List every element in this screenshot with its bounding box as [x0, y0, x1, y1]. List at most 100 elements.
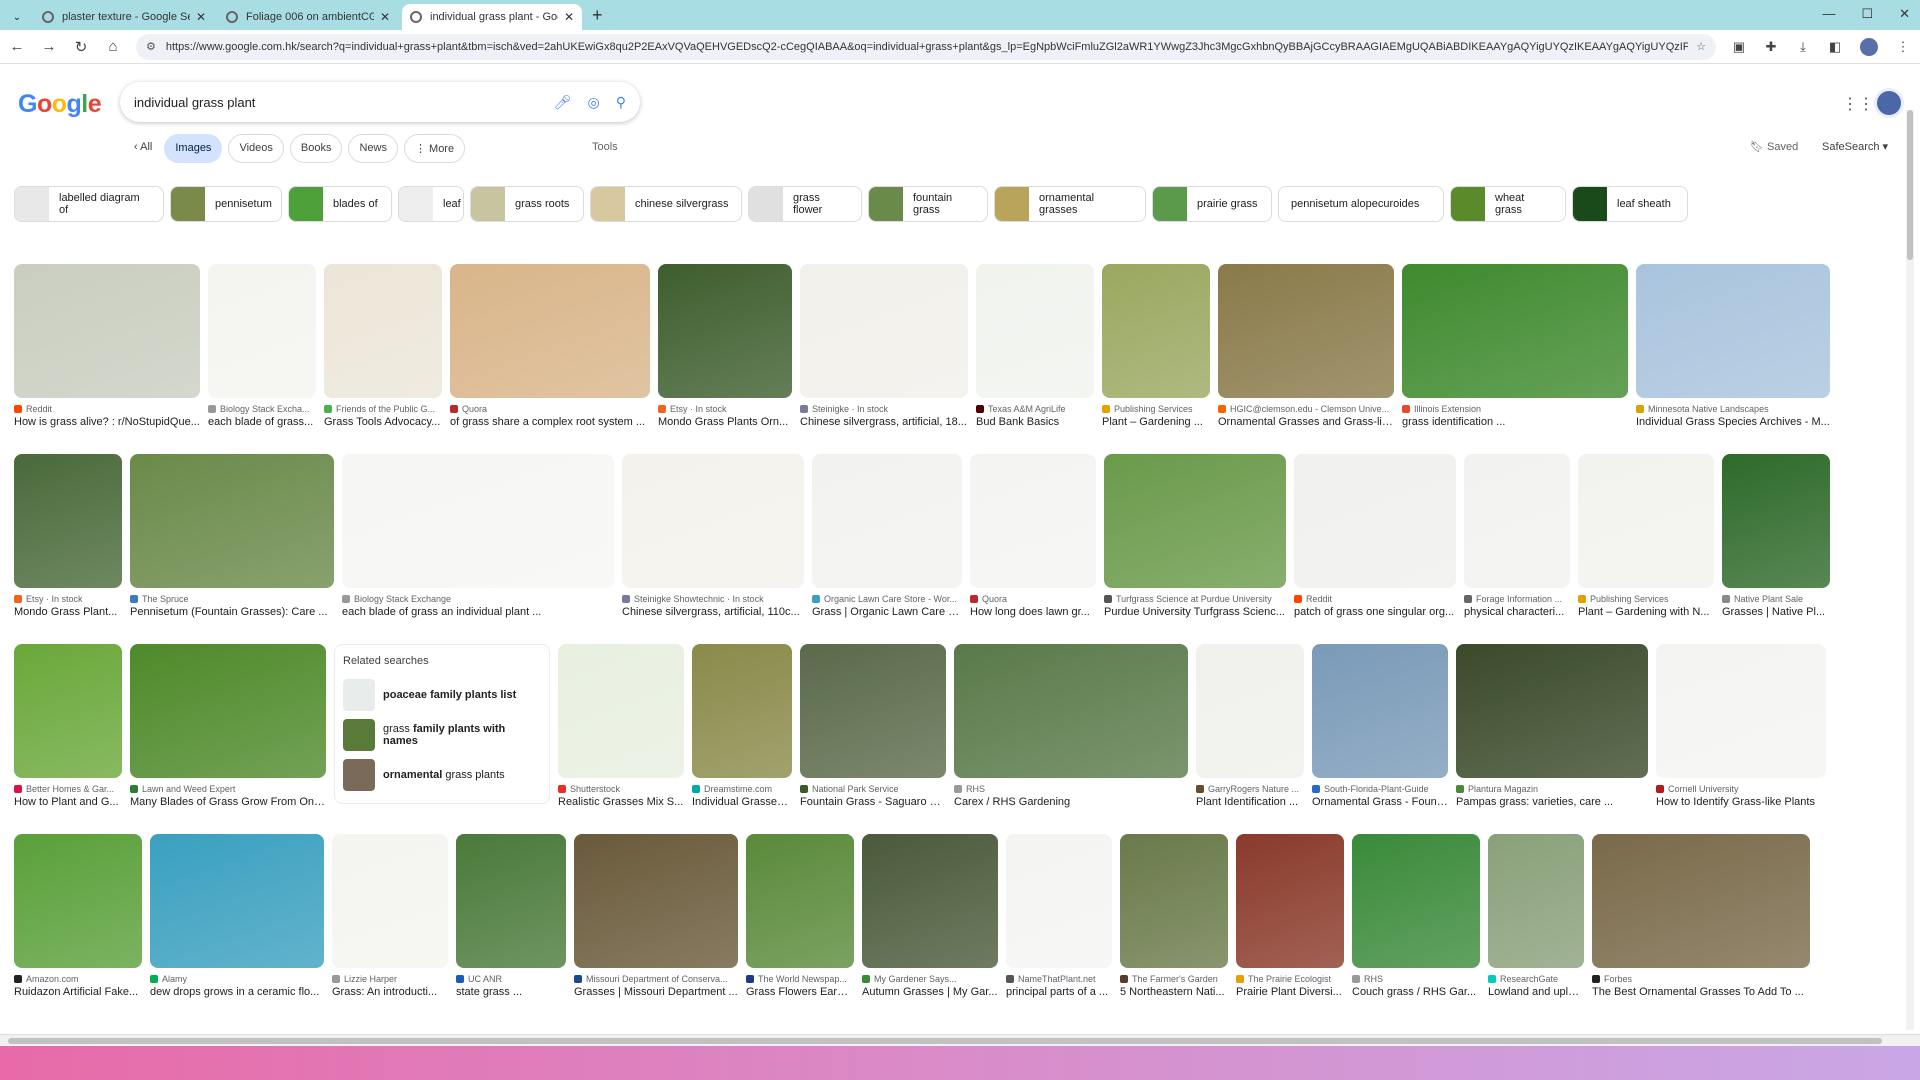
- result-source[interactable]: Alamy: [150, 974, 324, 984]
- result-source[interactable]: Texas A&M AgriLife: [976, 404, 1094, 414]
- result-source[interactable]: RHS: [954, 784, 1188, 794]
- suggestion-chip[interactable]: chinese silvergrass: [590, 186, 742, 222]
- tools-button[interactable]: Tools: [592, 141, 618, 153]
- profile-avatar-icon[interactable]: [1858, 35, 1880, 58]
- image-result[interactable]: ResearchGate Lowland and uplan...: [1488, 834, 1584, 998]
- result-caption[interactable]: Grass Flowers Earn ...: [746, 986, 854, 998]
- result-source[interactable]: Lizzie Harper: [332, 974, 448, 984]
- close-tab-icon[interactable]: ✕: [196, 10, 206, 24]
- image-result[interactable]: Quora of grass share a complex root syste…: [450, 264, 650, 428]
- search-box[interactable]: individual grass plant 🎤︎ ◎ ⚲: [120, 82, 640, 122]
- suggestion-chip[interactable]: labelled diagram of: [14, 186, 164, 222]
- result-caption[interactable]: each blade of grass...: [208, 416, 316, 428]
- scrollbar-thumb[interactable]: [8, 1038, 1882, 1044]
- image-result[interactable]: Reddit patch of grass one singular org...: [1294, 454, 1456, 618]
- suggestion-chip[interactable]: grass flower: [748, 186, 862, 222]
- result-caption[interactable]: Mondo Grass Plant...: [14, 606, 122, 618]
- result-caption[interactable]: Many Blades of Grass Grow From One...: [130, 796, 326, 808]
- result-caption[interactable]: Chinese silvergrass, artificial, 18...: [800, 416, 968, 428]
- result-caption[interactable]: Autumn Grasses | My Gar...: [862, 986, 998, 998]
- result-source[interactable]: The World Newspap...: [746, 974, 854, 984]
- result-caption[interactable]: How long does lawn gr...: [970, 606, 1096, 618]
- suggestion-chip[interactable]: blades of: [288, 186, 392, 222]
- image-result[interactable]: Etsy · In stock Mondo Grass Plant...: [14, 454, 122, 618]
- scrollbar-thumb[interactable]: [1907, 110, 1913, 260]
- image-result[interactable]: Better Homes & Gar... How to Plant and G.…: [14, 644, 122, 808]
- result-thumbnail[interactable]: [558, 644, 684, 778]
- result-thumbnail[interactable]: [1218, 264, 1394, 398]
- result-caption[interactable]: Ruidazon Artificial Fake...: [14, 986, 142, 998]
- minimize-button[interactable]: —: [1822, 6, 1835, 22]
- result-source[interactable]: Biology Stack Exchange: [342, 594, 614, 604]
- result-caption[interactable]: Grasses | Missouri Department ...: [574, 986, 738, 998]
- result-caption[interactable]: Bud Bank Basics: [976, 416, 1094, 428]
- image-result[interactable]: My Gardener Says... Autumn Grasses | My G…: [862, 834, 998, 998]
- image-result[interactable]: Steinigke Showtechnic · In stock Chinese …: [622, 454, 804, 618]
- search-query-input[interactable]: individual grass plant: [134, 95, 538, 110]
- result-source[interactable]: ResearchGate: [1488, 974, 1584, 984]
- result-caption[interactable]: Realistic Grasses Mix S...: [558, 796, 684, 808]
- image-result[interactable]: Turfgrass Science at Purdue University Pu…: [1104, 454, 1286, 618]
- search-icon[interactable]: ⚲: [616, 94, 626, 111]
- result-source[interactable]: Steinigke · In stock: [800, 404, 968, 414]
- result-thumbnail[interactable]: [622, 454, 804, 588]
- result-caption[interactable]: of grass share a complex root system ...: [450, 416, 650, 428]
- result-thumbnail[interactable]: [1402, 264, 1628, 398]
- download-icon[interactable]: ⤓: [1794, 39, 1812, 55]
- result-thumbnail[interactable]: [1104, 454, 1286, 588]
- result-thumbnail[interactable]: [1464, 454, 1570, 588]
- image-result[interactable]: RHS Carex / RHS Gardening: [954, 644, 1188, 808]
- image-result[interactable]: Biology Stack Exchange each blade of gras…: [342, 454, 614, 618]
- image-result[interactable]: The Prairie Ecologist Prairie Plant Diver…: [1236, 834, 1344, 998]
- suggestion-chip[interactable]: leaf: [398, 186, 464, 222]
- result-caption[interactable]: state grass ...: [456, 986, 566, 998]
- forward-arrow-icon[interactable]: →: [40, 38, 58, 55]
- result-thumbnail[interactable]: [862, 834, 998, 968]
- reload-icon[interactable]: ↻: [72, 38, 90, 56]
- bookmark-star-icon[interactable]: ☆: [1696, 40, 1706, 53]
- suggestion-chip[interactable]: grass roots: [470, 186, 584, 222]
- result-source[interactable]: The Prairie Ecologist: [1236, 974, 1344, 984]
- result-source[interactable]: Cornell University: [1656, 784, 1826, 794]
- extensions-puzzle-icon[interactable]: ✚: [1762, 39, 1780, 55]
- result-caption[interactable]: Prairie Plant Diversi...: [1236, 986, 1344, 998]
- close-window-button[interactable]: ✕: [1899, 6, 1910, 22]
- image-result[interactable]: RHS Couch grass / RHS Gar...: [1352, 834, 1480, 998]
- home-icon[interactable]: ⌂: [104, 38, 122, 55]
- image-result[interactable]: Minnesota Native Landscapes Individual Gr…: [1636, 264, 1830, 428]
- tab-news[interactable]: News: [348, 134, 398, 163]
- result-caption[interactable]: Ornamental Grass - Fount...: [1312, 796, 1448, 808]
- result-caption[interactable]: Mondo Grass Plants Orn...: [658, 416, 792, 428]
- image-result[interactable]: Shutterstock Realistic Grasses Mix S...: [558, 644, 684, 808]
- result-source[interactable]: Publishing Services: [1102, 404, 1210, 414]
- result-source[interactable]: National Park Service: [800, 784, 946, 794]
- result-source[interactable]: Amazon.com: [14, 974, 142, 984]
- result-caption[interactable]: Ornamental Grasses and Grass-lik...: [1218, 416, 1394, 428]
- result-caption[interactable]: The Best Ornamental Grasses To Add To ..…: [1592, 986, 1810, 998]
- result-caption[interactable]: grass identification ...: [1402, 416, 1628, 428]
- result-thumbnail[interactable]: [130, 644, 326, 778]
- image-result[interactable]: The Spruce Pennisetum (Fountain Grasses):…: [130, 454, 334, 618]
- result-source[interactable]: NameThatPlant.net: [1006, 974, 1112, 984]
- result-thumbnail[interactable]: [1578, 454, 1714, 588]
- image-result[interactable]: Illinois Extension grass identification .…: [1402, 264, 1628, 428]
- result-source[interactable]: Reddit: [14, 404, 200, 414]
- image-result[interactable]: The World Newspap... Grass Flowers Earn .…: [746, 834, 854, 998]
- image-result[interactable]: Plantura Magazin Pampas grass: varieties,…: [1456, 644, 1648, 808]
- result-caption[interactable]: Plant – Gardening ...: [1102, 416, 1210, 428]
- result-thumbnail[interactable]: [574, 834, 738, 968]
- related-search-item[interactable]: grass family plants with names: [343, 715, 541, 755]
- tab-more[interactable]: ⋮ More: [403, 134, 466, 163]
- maximize-button[interactable]: ☐: [1861, 6, 1873, 22]
- image-result[interactable]: Cornell University How to Identify Grass-…: [1656, 644, 1826, 808]
- tab-images[interactable]: Images: [164, 134, 223, 163]
- result-caption[interactable]: Grass Tools Advocacy...: [324, 416, 442, 428]
- result-source[interactable]: Forage Information ...: [1464, 594, 1570, 604]
- result-thumbnail[interactable]: [1722, 454, 1830, 588]
- result-source[interactable]: The Spruce: [130, 594, 334, 604]
- result-source[interactable]: Forbes: [1592, 974, 1810, 984]
- close-tab-icon[interactable]: ✕: [380, 10, 390, 24]
- result-source[interactable]: Shutterstock: [558, 784, 684, 794]
- result-caption[interactable]: Individual Grasses f...: [692, 796, 792, 808]
- result-caption[interactable]: How to Identify Grass-like Plants: [1656, 796, 1826, 808]
